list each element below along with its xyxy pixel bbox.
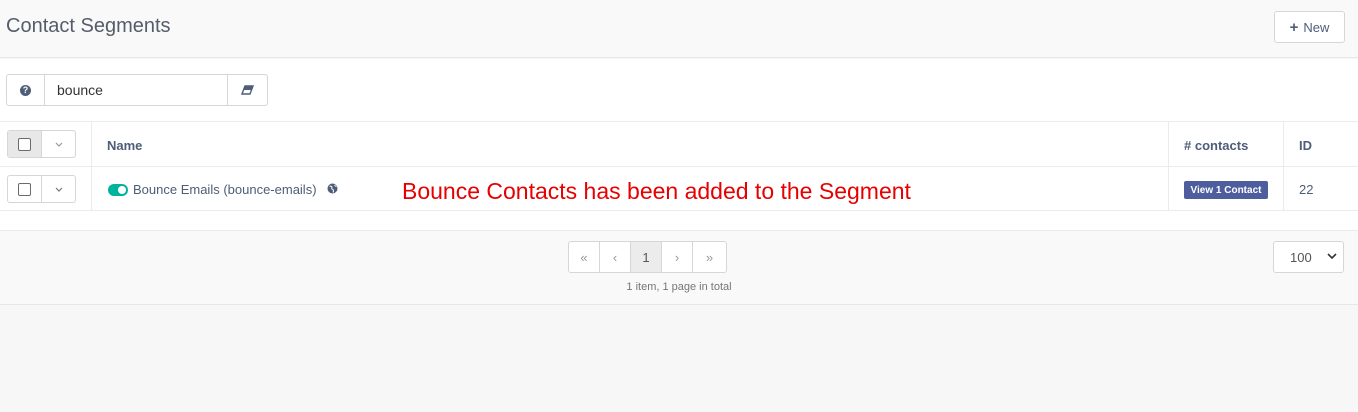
new-button[interactable]: + New <box>1274 11 1345 43</box>
chevron-left-icon: ‹ <box>612 249 618 265</box>
row-checkbox[interactable] <box>8 176 42 202</box>
page-header: Contact Segments + New <box>0 0 1358 58</box>
plus-icon: + <box>1289 18 1299 36</box>
select-all-group <box>7 130 76 158</box>
row-select-group <box>7 175 76 203</box>
select-all-checkbox[interactable] <box>8 131 42 157</box>
prev-page-button[interactable]: ‹ <box>600 242 631 272</box>
page-summary: 1 item, 1 page in total <box>626 281 732 293</box>
column-header-contacts: # contacts <box>1184 138 1249 153</box>
page-title: Contact Segments <box>6 15 171 37</box>
row-id: 22 <box>1299 182 1314 197</box>
view-contacts-badge[interactable]: View 1 Contact <box>1184 181 1268 199</box>
eraser-icon <box>240 85 254 95</box>
first-page-button[interactable]: « <box>569 242 600 272</box>
column-header-id[interactable]: ID <box>1299 138 1312 153</box>
annotation-text: Bounce Contacts has been added to the Se… <box>402 178 911 204</box>
chevron-down-icon <box>55 142 62 147</box>
page-limit-select[interactable]: 100 <box>1273 241 1344 273</box>
pagination-area: « ‹ 1 › » 1 item, 1 page in total 100 <box>0 230 1358 305</box>
published-toggle[interactable] <box>108 184 128 196</box>
segments-table: Name # contacts ID Bounce Emails (bounce… <box>0 121 1358 211</box>
chevron-down-icon <box>55 187 62 192</box>
search-input[interactable] <box>45 75 227 105</box>
page-limit-value: 100 <box>1290 249 1312 265</box>
double-chevron-left-icon: « <box>580 249 588 265</box>
search-help-button[interactable]: ? <box>7 75 45 105</box>
segment-name-link[interactable]: Bounce Emails (bounce-emails) <box>133 182 317 197</box>
footer-area <box>0 306 1358 412</box>
column-header-name[interactable]: Name <box>107 138 142 153</box>
main-content: ? Name # contacts ID <box>0 59 1358 305</box>
last-page-button[interactable]: » <box>693 242 726 272</box>
next-page-button[interactable]: › <box>662 242 693 272</box>
search-group: ? <box>6 74 268 106</box>
table-header-row: Name # contacts ID <box>0 121 1358 166</box>
page-button-current[interactable]: 1 <box>631 242 662 272</box>
double-chevron-right-icon: » <box>705 249 714 265</box>
chevron-right-icon: › <box>674 249 680 265</box>
pager: « ‹ 1 › » <box>568 241 727 273</box>
chevron-down-icon <box>1327 253 1337 260</box>
search-clear-button[interactable] <box>227 75 267 105</box>
row-actions-dropdown[interactable] <box>42 176 75 202</box>
globe-icon <box>327 183 338 194</box>
bulk-actions-dropdown[interactable] <box>42 131 75 157</box>
table-row: Bounce Emails (bounce-emails) Bounce Con… <box>0 166 1358 211</box>
question-circle-icon: ? <box>20 84 31 96</box>
new-button-label: New <box>1303 19 1330 35</box>
